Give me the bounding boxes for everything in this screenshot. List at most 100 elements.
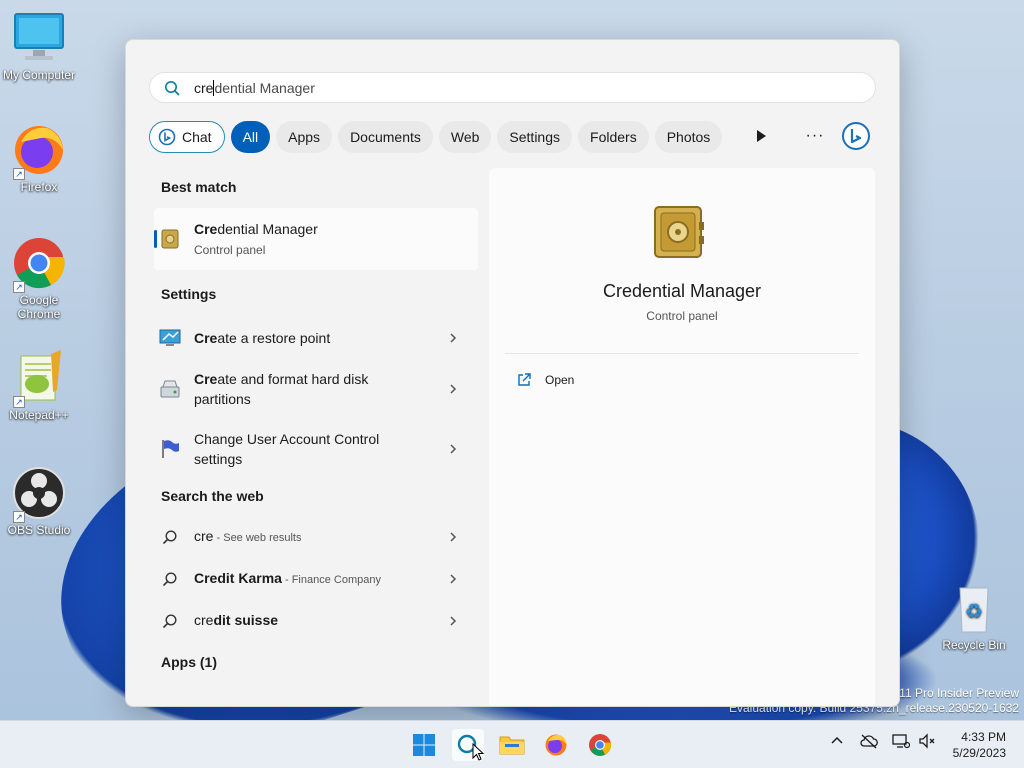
firefox-icon: ↗	[11, 122, 67, 180]
web-result-cre[interactable]: cre - See web results	[154, 520, 478, 554]
firefox-icon	[545, 734, 567, 756]
clock-time: 4:33 PM	[961, 730, 1006, 744]
taskbar: 4:33 PM 5/29/2023	[0, 720, 1024, 768]
bing-button[interactable]	[839, 120, 873, 152]
desktop-icon-notepadpp[interactable]: ↗ Notepad++	[0, 350, 78, 422]
setting-change-uac[interactable]: Change User Account Control settings	[154, 424, 478, 474]
web-result-main: cre	[194, 528, 214, 544]
svg-text:♻: ♻	[965, 599, 983, 623]
volume-tray-button[interactable]	[918, 733, 936, 754]
search-icon	[154, 613, 186, 629]
apps-heading: Apps (1)	[161, 654, 217, 670]
chevron-up-icon	[831, 736, 843, 744]
preview-subtitle: Control panel	[646, 309, 718, 323]
watermark-line1: 11 Pro Insider Preview	[899, 686, 1019, 700]
cloud-offline-icon	[860, 734, 878, 749]
play-icon	[757, 130, 766, 142]
notepadpp-icon: ↗	[11, 350, 67, 408]
web-result-bold: Cre	[194, 570, 218, 586]
setting-title-rest: ate and format hard disk partitions	[194, 371, 369, 407]
chevron-right-icon	[450, 444, 457, 454]
filter-folders-label: Folders	[590, 129, 637, 145]
desktop-icon-recycle-bin[interactable]: ♻ Recycle Bin	[935, 580, 1013, 652]
desktop-icon-chrome[interactable]: ↗ Google Chrome	[0, 235, 78, 321]
credential-manager-large-icon	[652, 204, 706, 267]
web-result-suffix: - See web results	[213, 532, 302, 544]
selection-indicator	[154, 230, 157, 248]
show-hidden-icons-button[interactable]	[830, 733, 844, 752]
desktop-icon-label: Recycle Bin	[942, 638, 1006, 652]
filter-all-label: All	[242, 129, 259, 145]
start-button[interactable]	[408, 729, 440, 761]
desktop-icon-label: My Computer	[2, 68, 76, 82]
search-icon	[154, 529, 186, 545]
filter-web-tab[interactable]: Web	[438, 121, 492, 153]
desktop-icon-firefox[interactable]: ↗ Firefox	[0, 122, 78, 194]
filter-web-label: Web	[450, 129, 480, 145]
search-panel: credential Manager Chat All Apps Documen…	[125, 39, 900, 707]
onedrive-tray-button[interactable]	[860, 733, 878, 754]
setting-title-rest: Change User Account Control settings	[194, 431, 380, 467]
web-result-main: dit Karma	[217, 570, 282, 586]
setting-create-restore-point[interactable]: Create a restore point	[154, 318, 478, 358]
search-completion-text: dential Manager	[214, 79, 315, 96]
web-result-suffix: - Finance Company	[281, 574, 381, 586]
clock[interactable]: 4:33 PM 5/29/2023	[953, 729, 1006, 761]
best-match-credential-manager[interactable]: Credential Manager Control panel	[154, 208, 478, 270]
taskbar-chrome[interactable]	[584, 729, 616, 761]
filter-apps-tab[interactable]: Apps	[276, 121, 333, 153]
taskbar-file-explorer[interactable]	[496, 729, 528, 761]
taskbar-firefox[interactable]	[540, 729, 572, 761]
system-properties-icon	[154, 328, 186, 348]
search-box[interactable]: credential Manager	[149, 72, 876, 103]
desktop-icon-label: Firefox	[20, 180, 58, 194]
desktop-icon-label: Google Chrome	[17, 293, 61, 321]
chevron-right-icon	[450, 574, 457, 584]
shortcut-arrow-icon: ↗	[13, 168, 25, 180]
taskbar-search-button[interactable]	[452, 729, 484, 761]
web-result-credit-suisse[interactable]: credit suisse	[154, 604, 478, 638]
preview-pane: Credential Manager Control panel Open	[489, 168, 875, 706]
network-icon	[892, 734, 911, 749]
more-options-button[interactable]: ···	[801, 120, 829, 152]
network-tray-button[interactable]	[892, 733, 911, 754]
clock-date: 5/29/2023	[952, 746, 1006, 760]
chevron-right-icon	[450, 532, 457, 542]
divider	[505, 353, 859, 354]
best-match-subtitle: Control panel	[194, 242, 266, 257]
best-match-title-rest: dential Manager	[217, 220, 318, 237]
desktop-icon-obs[interactable]: ↗ OBS Studio	[0, 465, 78, 537]
chevron-right-icon	[450, 333, 457, 343]
shortcut-arrow-icon: ↗	[13, 511, 25, 523]
uac-flag-icon	[154, 438, 186, 460]
filter-folders-tab[interactable]: Folders	[578, 121, 649, 153]
windows-logo-icon	[413, 734, 435, 756]
open-action[interactable]: Open	[517, 373, 574, 387]
search-web-heading: Search the web	[161, 488, 264, 504]
filter-photos-label: Photos	[666, 129, 711, 145]
filter-chat-button[interactable]: Chat	[149, 121, 225, 153]
ellipsis-icon: ···	[805, 127, 825, 144]
chrome-icon	[589, 734, 612, 756]
more-filters-play-button[interactable]	[749, 120, 773, 152]
bing-chat-icon	[158, 128, 176, 146]
filter-settings-tab[interactable]: Settings	[497, 121, 573, 153]
preview-title: Credential Manager	[602, 281, 762, 301]
filter-all-tab[interactable]: All	[230, 121, 271, 153]
monitor-icon	[11, 10, 67, 66]
shortcut-arrow-icon: ↗	[13, 281, 25, 293]
search-input[interactable]: credential Manager	[194, 79, 315, 96]
web-result-credit-karma[interactable]: Credit Karma - Finance Company	[154, 562, 478, 596]
web-result-bold: cre	[194, 612, 214, 628]
setting-create-format-partitions[interactable]: Create and format hard disk partitions	[154, 364, 478, 414]
filter-documents-label: Documents	[350, 129, 421, 145]
filter-settings-label: Settings	[509, 129, 561, 145]
folder-icon	[499, 736, 525, 755]
open-external-icon	[517, 373, 531, 387]
filter-documents-tab[interactable]: Documents	[338, 121, 433, 153]
search-typed-text: cre	[194, 79, 214, 96]
desktop-icon-my-computer[interactable]: My Computer	[0, 10, 78, 82]
obs-icon: ↗	[11, 465, 67, 523]
chevron-right-icon	[450, 616, 457, 626]
filter-photos-tab[interactable]: Photos	[654, 121, 723, 153]
